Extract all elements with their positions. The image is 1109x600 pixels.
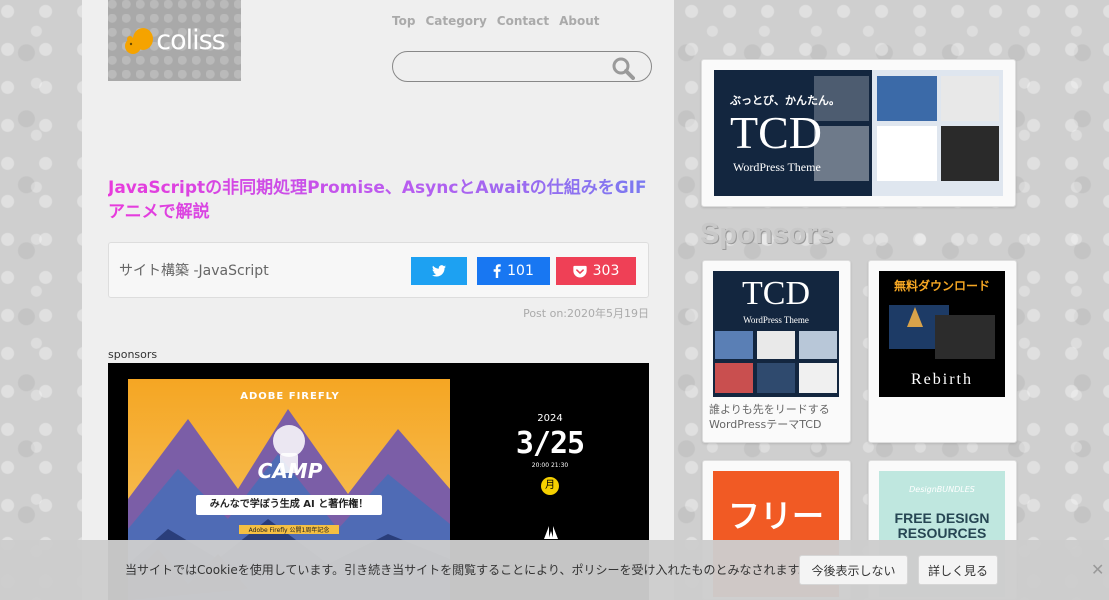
pocket-icon <box>572 265 587 277</box>
sidebar-top-card: ぶっとび、かんたん。 TCD WordPress Theme <box>701 59 1016 207</box>
sponsor-card-tcd: TCD WordPress Theme 誰よりも先をリードするWordPress… <box>702 260 851 443</box>
free-headline: フリー <box>727 497 824 535</box>
ad-event-date: 2024 3/25 20:00 21:30 月 <box>492 413 608 495</box>
facebook-share-button[interactable]: 101 <box>477 257 550 285</box>
main-nav: Top Category Contact About <box>392 14 599 28</box>
pocket-save-button[interactable]: 303 <box>556 257 636 285</box>
site-logo[interactable]: coliss <box>108 0 241 81</box>
rebirth-name: Rebirth <box>911 371 973 388</box>
nav-contact[interactable]: Contact <box>497 14 549 28</box>
search-box <box>392 51 652 82</box>
sponsor-card-caption[interactable]: 誰よりも先をリードするWordPressテーマTCD <box>709 402 849 432</box>
squirrel-logo-icon <box>124 27 154 55</box>
article-meta-box: サイト構築 -JavaScript 101 303 <box>108 242 649 298</box>
logo-text: coliss <box>156 25 226 56</box>
nav-top[interactable]: Top <box>392 14 415 28</box>
sponsors-heading: Sponsors <box>700 218 834 250</box>
tcd-square-banner[interactable]: TCD WordPress Theme <box>713 271 839 397</box>
ad-time: 20:00 21:30 <box>531 462 569 469</box>
cookie-dismiss-button[interactable]: 今後表示しない <box>799 555 908 585</box>
ad-camp-text: CAMP <box>257 459 323 483</box>
search-input[interactable] <box>405 57 605 77</box>
designbundles-headline: FREE DESIGN RESOURCES <box>894 510 990 541</box>
facebook-count: 101 <box>507 263 534 279</box>
ad-weekday-badge: 月 <box>541 477 559 495</box>
tcd-sub: WordPress Theme <box>733 160 821 174</box>
search-icon[interactable] <box>611 56 635 84</box>
ad-art-title: ADOBE FIREFLY <box>240 391 340 402</box>
pocket-count: 303 <box>592 263 620 279</box>
tcd-brand: TCD <box>730 107 822 158</box>
twitter-share-button[interactable] <box>411 257 467 285</box>
post-date: Post on:2020年5月19日 <box>523 307 649 320</box>
cookie-notice-text: 当サイトではCookieを使用しています。引き続き当サイトを閲覧することにより、… <box>125 563 811 577</box>
ad-tagline: みんなで学ぼう生成 AI と著作権！ <box>196 495 382 515</box>
close-icon[interactable]: ✕ <box>1091 560 1104 579</box>
cookie-learn-more-button[interactable]: 詳しく見る <box>918 555 998 585</box>
tcd-square-brand: TCD <box>742 275 810 312</box>
ad-subtitle: Adobe Firefly 公開1周年記念 <box>239 525 339 534</box>
designbundles-brand: DesignBUNDLES <box>909 485 975 494</box>
ad-year: 2024 <box>537 413 563 424</box>
nav-category[interactable]: Category <box>425 14 486 28</box>
tcd-square-sub: WordPress Theme <box>743 315 809 325</box>
rebirth-banner[interactable]: 無料ダウンロード Rebirth <box>879 271 1005 397</box>
article-title: JavaScriptの非同期処理Promise、AsyncとAwaitの仕組みを… <box>108 178 647 222</box>
nav-about[interactable]: About <box>559 14 599 28</box>
rebirth-headline: 無料ダウンロード <box>893 279 990 293</box>
ad-date: 3/25 <box>515 426 585 461</box>
tcd-tagline: ぶっとび、かんたん。 <box>730 94 840 107</box>
cookie-consent-bar: 当サイトではCookieを使用しています。引き続き当サイトを閲覧することにより、… <box>0 540 1109 600</box>
tcd-top-banner[interactable]: ぶっとび、かんたん。 TCD WordPress Theme <box>714 70 1003 196</box>
sponsor-card-rebirth: 無料ダウンロード Rebirth <box>868 260 1017 443</box>
twitter-icon <box>432 265 446 277</box>
article-category[interactable]: サイト構築 -JavaScript <box>119 260 269 280</box>
facebook-icon <box>493 264 501 278</box>
sponsors-label: sponsors <box>108 348 158 361</box>
